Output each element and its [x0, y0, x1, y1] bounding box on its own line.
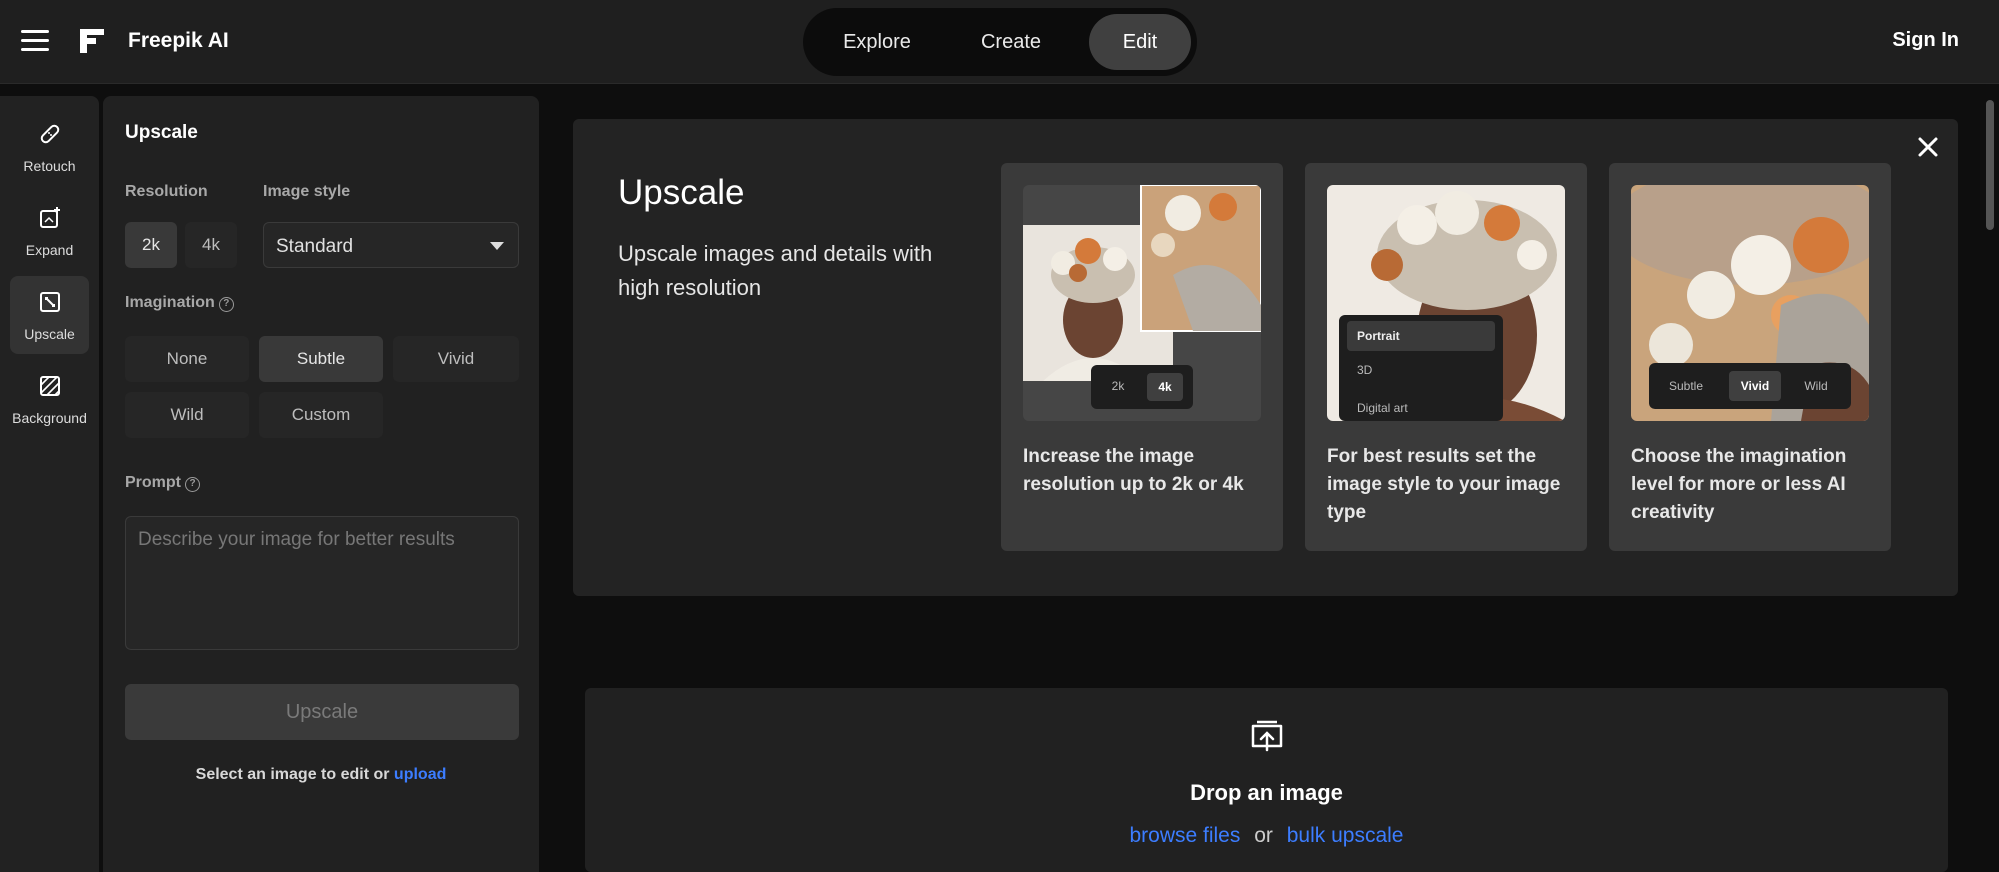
image-style-label: Image style — [263, 183, 351, 200]
overlay-portrait: Portrait — [1347, 321, 1495, 351]
overlay-wild: Wild — [1804, 379, 1828, 393]
tool-rail: Retouch Expand Upscale Background — [0, 96, 99, 872]
card-text: For best results set the image style to … — [1327, 446, 1561, 523]
sign-in-button[interactable]: Sign In — [1892, 29, 1959, 52]
resolution-2k-button[interactable]: 2k — [125, 222, 177, 268]
main-nav: Explore Create Edit — [803, 8, 1197, 76]
resolution-4k-button[interactable]: 4k — [185, 222, 237, 268]
rail-item-background[interactable]: Background — [10, 360, 89, 438]
imagination-toggle-overlay: Subtle Vivid Wild — [1649, 363, 1851, 409]
resolution-label: Resolution — [125, 183, 208, 200]
drop-title: Drop an image — [1190, 780, 1343, 805]
rail-item-retouch[interactable]: Retouch — [10, 108, 89, 186]
chevron-down-icon — [490, 242, 504, 250]
drop-links: browse files or bulk upscale — [585, 824, 1948, 848]
imagination-label-text: Imagination — [125, 294, 215, 311]
imagination-custom-button[interactable]: Custom — [259, 392, 383, 438]
overlay-vivid: Vivid — [1729, 371, 1781, 401]
info-card-resolution: 2k 4k Increase the image resolution up t… — [1001, 163, 1283, 551]
rail-item-upscale[interactable]: Upscale — [10, 276, 89, 354]
tab-explore[interactable]: Explore — [817, 14, 937, 70]
image-drop-zone[interactable]: Drop an image browse files or bulk upsca… — [585, 688, 1948, 872]
upload-link[interactable]: upload — [394, 766, 446, 783]
info-card-style: Portrait 3D Digital art For best results… — [1305, 163, 1587, 551]
help-icon[interactable]: ? — [185, 477, 200, 492]
card-text: Choose the imagination level for more or… — [1631, 446, 1847, 523]
background-icon — [40, 376, 60, 396]
upload-icon — [1251, 720, 1283, 752]
close-icon[interactable] — [1914, 133, 1942, 161]
image-style-select[interactable]: Standard — [263, 222, 519, 268]
imagination-none-button[interactable]: None — [125, 336, 249, 382]
overlay-4k: 4k — [1147, 373, 1183, 401]
upscale-info-banner: Upscale Upscale images and details with … — [573, 119, 1958, 596]
style-dropdown-overlay: Portrait 3D Digital art — [1339, 315, 1503, 421]
card-text: Increase the image resolution up to 2k o… — [1023, 446, 1244, 495]
info-card-imagination: Subtle Vivid Wild Choose the imagination… — [1609, 163, 1891, 551]
rail-label-background: Background — [12, 410, 87, 426]
brand-name[interactable]: Freepik AI — [128, 29, 229, 53]
menu-icon[interactable] — [21, 30, 49, 54]
upscale-settings-panel: Upscale Resolution Image style 2k 4k Sta… — [103, 96, 539, 872]
info-title: Upscale — [618, 173, 745, 212]
expand-icon — [40, 207, 60, 228]
overlay-3d: 3D — [1357, 363, 1373, 377]
freepik-logo[interactable] — [78, 27, 106, 55]
imagination-subtle-button[interactable]: Subtle — [259, 336, 383, 382]
overlay-2k: 2k — [1111, 379, 1125, 393]
rail-label-retouch: Retouch — [23, 158, 76, 174]
image-style-value: Standard — [276, 236, 354, 257]
rail-label-upscale: Upscale — [24, 326, 75, 342]
help-icon[interactable]: ? — [218, 297, 234, 312]
page-scrollbar[interactable] — [1986, 100, 1994, 230]
browse-files-link[interactable]: browse files — [1129, 824, 1240, 847]
imagination-wild-button[interactable]: Wild — [125, 392, 249, 438]
tab-create[interactable]: Create — [951, 14, 1071, 70]
prompt-label-text: Prompt — [125, 474, 181, 491]
or-text: or — [1254, 824, 1273, 847]
imagination-label: Imagination? — [125, 294, 234, 312]
bulk-upscale-link[interactable]: bulk upscale — [1287, 824, 1404, 847]
hint-text: Select an image to edit or — [195, 766, 390, 783]
imagination-vivid-button[interactable]: Vivid — [393, 336, 519, 382]
prompt-label: Prompt? — [125, 474, 200, 492]
resolution-toggle-overlay: 2k 4k — [1091, 365, 1193, 409]
rail-item-expand[interactable]: Expand — [10, 192, 89, 270]
upscale-button[interactable]: Upscale — [125, 684, 519, 740]
rail-label-expand: Expand — [25, 242, 74, 258]
bandage-icon — [40, 124, 60, 144]
top-bar: Freepik AI Explore Create Edit Sign In — [0, 0, 1999, 84]
select-image-hint: Select an image to edit or upload — [103, 766, 539, 784]
overlay-subtle: Subtle — [1668, 379, 1704, 393]
prompt-input[interactable] — [125, 516, 519, 650]
info-description: Upscale images and details with high res… — [618, 241, 933, 300]
overlay-digital-art: Digital art — [1357, 401, 1408, 415]
panel-title: Upscale — [125, 122, 198, 143]
upscale-icon — [40, 292, 60, 312]
tab-edit[interactable]: Edit — [1089, 14, 1191, 70]
